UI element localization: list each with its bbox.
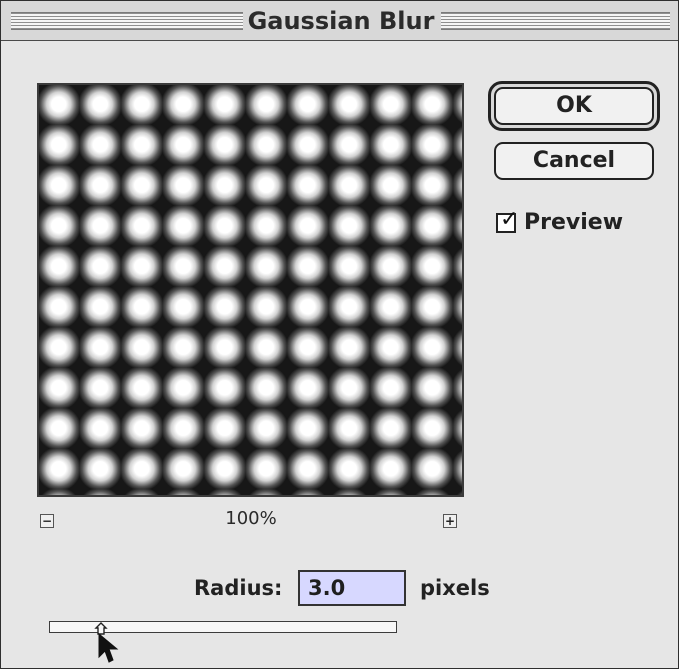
radius-input[interactable]	[298, 570, 406, 606]
preview-checkbox[interactable]: ✓	[496, 209, 518, 233]
cancel-button[interactable]: Cancel	[494, 142, 654, 180]
radius-label: Radius:	[194, 576, 283, 600]
titlebar-stripes-right	[441, 12, 670, 30]
preview-label: Preview	[524, 210, 624, 235]
preview-image	[37, 83, 464, 497]
preview-toggle[interactable]: ✓ Preview	[496, 209, 623, 237]
titlebar-stripes-left	[11, 12, 243, 30]
pointer-cursor-icon	[98, 633, 119, 663]
gaussian-blur-dialog: Gaussian Blur − 100% + OK Cancel ✓ Previ…	[0, 0, 679, 669]
checkmark-icon: ✓	[500, 207, 519, 232]
zoom-level: 100%	[225, 508, 277, 529]
ok-button[interactable]: OK	[494, 87, 654, 125]
zoom-in-button[interactable]: +	[443, 514, 457, 528]
zoom-out-button[interactable]: −	[40, 514, 54, 528]
units-label: pixels	[420, 576, 490, 600]
dialog-title: Gaussian Blur	[247, 7, 435, 35]
titlebar: Gaussian Blur	[1, 1, 678, 41]
